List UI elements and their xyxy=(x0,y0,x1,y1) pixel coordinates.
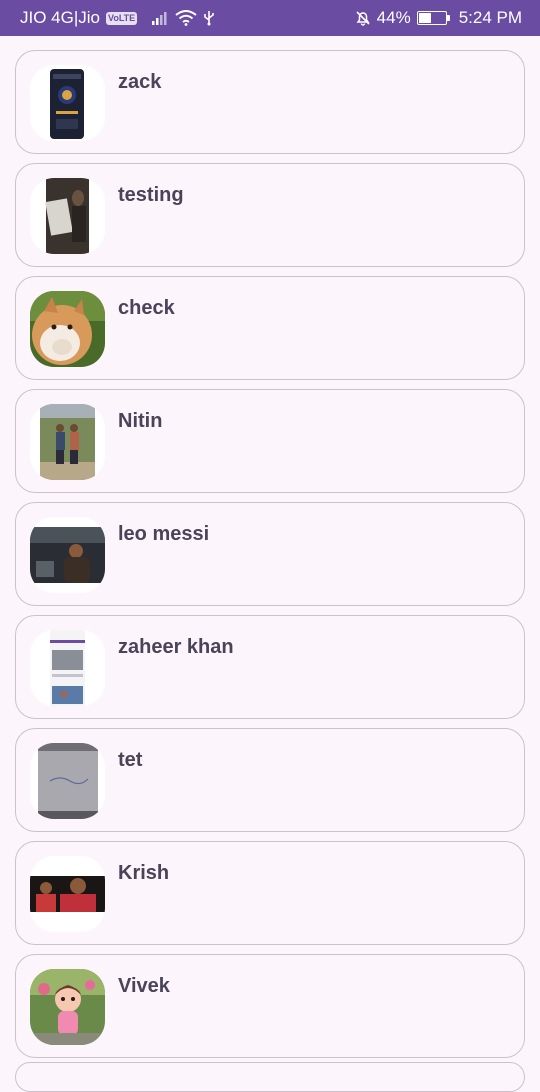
user-name: leo messi xyxy=(118,523,210,545)
signal-icon xyxy=(151,11,169,25)
clock: 5:24 PM xyxy=(458,8,522,27)
avatar xyxy=(30,404,105,480)
user-name: check xyxy=(118,297,175,319)
status-right: 44% 5:24 PM xyxy=(355,8,522,28)
user-card[interactable]: leo messi xyxy=(15,502,525,606)
user-list: zack testing check Nitin leo messi zahee… xyxy=(15,50,525,1067)
user-card[interactable]: tet xyxy=(15,728,525,832)
user-name: testing xyxy=(118,184,184,206)
avatar xyxy=(30,630,105,706)
battery-icon xyxy=(416,11,450,25)
user-name: Vivek xyxy=(118,975,170,997)
user-card[interactable]: testing xyxy=(15,163,525,267)
avatar xyxy=(30,178,105,254)
user-name: Krish xyxy=(118,862,170,884)
carrier-label: JIO 4G|Jio xyxy=(20,8,100,27)
battery-percent: 44% xyxy=(376,8,411,27)
partial-user-card[interactable] xyxy=(15,1062,525,1092)
status-bar: JIO 4G|Jio VoLTE 44% 5:24 PM xyxy=(0,0,540,36)
avatar xyxy=(30,856,105,932)
avatar xyxy=(30,969,105,1045)
user-card[interactable]: Nitin xyxy=(15,389,525,493)
user-card[interactable]: Vivek xyxy=(15,954,525,1058)
user-card[interactable]: Krish xyxy=(15,841,525,945)
user-name: tet xyxy=(118,749,143,771)
avatar xyxy=(30,65,105,141)
avatar xyxy=(30,291,105,367)
user-name: zack xyxy=(118,71,162,93)
user-name: zaheer khan xyxy=(118,636,234,658)
wifi-icon xyxy=(175,10,197,26)
user-name: Nitin xyxy=(118,410,163,432)
avatar xyxy=(30,517,105,593)
user-card[interactable]: zaheer khan xyxy=(15,615,525,719)
battery-fill xyxy=(418,13,431,23)
user-card[interactable]: check xyxy=(15,276,525,380)
avatar xyxy=(30,743,105,819)
volte-badge: VoLTE xyxy=(106,11,138,25)
usb-icon xyxy=(203,10,215,26)
bell-off-icon xyxy=(355,10,371,26)
user-card[interactable]: zack xyxy=(15,50,525,154)
status-left: JIO 4G|Jio VoLTE xyxy=(20,8,215,28)
